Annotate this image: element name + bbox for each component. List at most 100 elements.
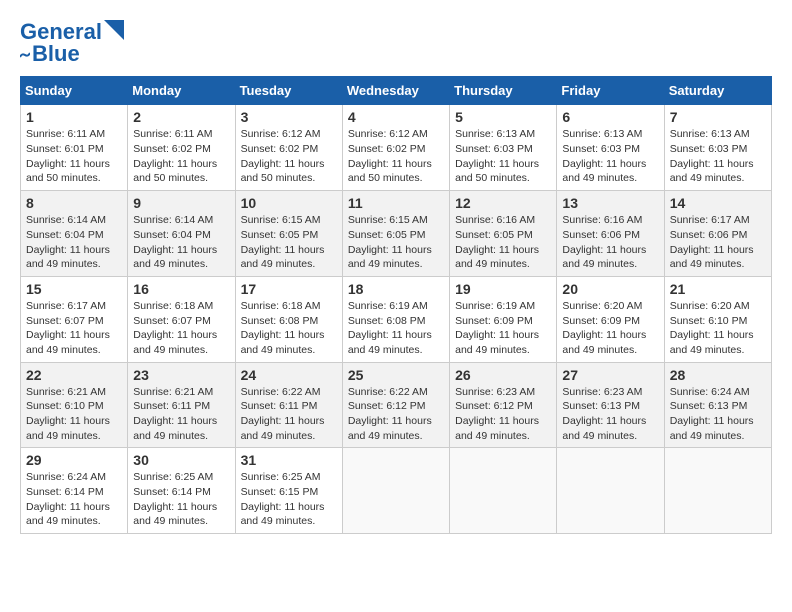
calendar-cell: 1 Sunrise: 6:11 AM Sunset: 6:01 PM Daylig… [21,105,128,191]
page-header: General Blue [20,20,772,66]
calendar-cell: 24 Sunrise: 6:22 AM Sunset: 6:11 PM Dayli… [235,362,342,448]
day-number: 6 [562,109,658,125]
logo-wave-icon [20,49,30,59]
calendar-week-row: 15 Sunrise: 6:17 AM Sunset: 6:07 PM Dayli… [21,276,772,362]
calendar-header-saturday: Saturday [664,77,771,105]
calendar-header-monday: Monday [128,77,235,105]
day-info: Sunrise: 6:18 AM Sunset: 6:08 PM Dayligh… [241,299,337,358]
day-number: 13 [562,195,658,211]
day-info: Sunrise: 6:13 AM Sunset: 6:03 PM Dayligh… [670,127,766,186]
day-info: Sunrise: 6:19 AM Sunset: 6:09 PM Dayligh… [455,299,551,358]
day-info: Sunrise: 6:16 AM Sunset: 6:05 PM Dayligh… [455,213,551,272]
calendar-header-tuesday: Tuesday [235,77,342,105]
day-number: 3 [241,109,337,125]
day-info: Sunrise: 6:12 AM Sunset: 6:02 PM Dayligh… [348,127,444,186]
logo: General Blue [20,20,124,66]
calendar-cell: 31 Sunrise: 6:25 AM Sunset: 6:15 PM Dayli… [235,448,342,534]
calendar-header-wednesday: Wednesday [342,77,449,105]
day-number: 5 [455,109,551,125]
calendar-week-row: 22Sunrise: 6:21 AM Sunset: 6:10 PM Dayli… [21,362,772,448]
calendar-cell: 21 Sunrise: 6:20 AM Sunset: 6:10 PM Dayli… [664,276,771,362]
day-info: Sunrise: 6:17 AM Sunset: 6:07 PM Dayligh… [26,299,122,358]
calendar-cell: 2Sunrise: 6:11 AM Sunset: 6:02 PM Daylig… [128,105,235,191]
day-number: 28 [670,367,766,383]
calendar-cell: 16Sunrise: 6:18 AM Sunset: 6:07 PM Dayli… [128,276,235,362]
day-info: Sunrise: 6:22 AM Sunset: 6:11 PM Dayligh… [241,385,337,444]
day-number: 14 [670,195,766,211]
day-number: 9 [133,195,229,211]
day-info: Sunrise: 6:15 AM Sunset: 6:05 PM Dayligh… [241,213,337,272]
day-info: Sunrise: 6:25 AM Sunset: 6:14 PM Dayligh… [133,470,229,529]
day-info: Sunrise: 6:13 AM Sunset: 6:03 PM Dayligh… [562,127,658,186]
day-number: 2 [133,109,229,125]
day-number: 10 [241,195,337,211]
day-info: Sunrise: 6:19 AM Sunset: 6:08 PM Dayligh… [348,299,444,358]
calendar-cell: 8Sunrise: 6:14 AM Sunset: 6:04 PM Daylig… [21,191,128,277]
calendar-cell: 7 Sunrise: 6:13 AM Sunset: 6:03 PM Daylig… [664,105,771,191]
day-info: Sunrise: 6:13 AM Sunset: 6:03 PM Dayligh… [455,127,551,186]
calendar-cell: 3 Sunrise: 6:12 AM Sunset: 6:02 PM Daylig… [235,105,342,191]
day-number: 12 [455,195,551,211]
day-number: 26 [455,367,551,383]
calendar-header-friday: Friday [557,77,664,105]
day-info: Sunrise: 6:21 AM Sunset: 6:10 PM Dayligh… [26,385,122,444]
calendar-cell: 4 Sunrise: 6:12 AM Sunset: 6:02 PM Daylig… [342,105,449,191]
calendar-cell: 27Sunrise: 6:23 AM Sunset: 6:13 PM Dayli… [557,362,664,448]
calendar-header-row: SundayMondayTuesdayWednesdayThursdayFrid… [21,77,772,105]
day-info: Sunrise: 6:16 AM Sunset: 6:06 PM Dayligh… [562,213,658,272]
logo-text-blue: Blue [32,42,80,66]
day-info: Sunrise: 6:11 AM Sunset: 6:01 PM Dayligh… [26,127,122,186]
day-info: Sunrise: 6:12 AM Sunset: 6:02 PM Dayligh… [241,127,337,186]
day-number: 24 [241,367,337,383]
logo-arrow-icon [104,20,124,40]
calendar-cell: 9 Sunrise: 6:14 AM Sunset: 6:04 PM Daylig… [128,191,235,277]
day-number: 31 [241,452,337,468]
calendar-cell [664,448,771,534]
day-number: 30 [133,452,229,468]
calendar-table: SundayMondayTuesdayWednesdayThursdayFrid… [20,76,772,534]
calendar-cell: 26 Sunrise: 6:23 AM Sunset: 6:12 PM Dayli… [450,362,557,448]
calendar-cell: 14 Sunrise: 6:17 AM Sunset: 6:06 PM Dayli… [664,191,771,277]
day-info: Sunrise: 6:24 AM Sunset: 6:13 PM Dayligh… [670,385,766,444]
day-number: 4 [348,109,444,125]
day-number: 27 [562,367,658,383]
day-number: 17 [241,281,337,297]
day-number: 29 [26,452,122,468]
day-info: Sunrise: 6:24 AM Sunset: 6:14 PM Dayligh… [26,470,122,529]
day-info: Sunrise: 6:22 AM Sunset: 6:12 PM Dayligh… [348,385,444,444]
calendar-cell: 20Sunrise: 6:20 AM Sunset: 6:09 PM Dayli… [557,276,664,362]
calendar-cell: 30 Sunrise: 6:25 AM Sunset: 6:14 PM Dayli… [128,448,235,534]
day-number: 25 [348,367,444,383]
calendar-cell [557,448,664,534]
day-info: Sunrise: 6:20 AM Sunset: 6:10 PM Dayligh… [670,299,766,358]
day-info: Sunrise: 6:14 AM Sunset: 6:04 PM Dayligh… [133,213,229,272]
calendar-header-thursday: Thursday [450,77,557,105]
day-info: Sunrise: 6:23 AM Sunset: 6:12 PM Dayligh… [455,385,551,444]
day-number: 7 [670,109,766,125]
day-number: 1 [26,109,122,125]
calendar-header-sunday: Sunday [21,77,128,105]
calendar-cell: 10 Sunrise: 6:15 AM Sunset: 6:05 PM Dayli… [235,191,342,277]
calendar-week-row: 29 Sunrise: 6:24 AM Sunset: 6:14 PM Dayli… [21,448,772,534]
day-info: Sunrise: 6:17 AM Sunset: 6:06 PM Dayligh… [670,213,766,272]
day-number: 15 [26,281,122,297]
day-number: 21 [670,281,766,297]
calendar-cell: 25 Sunrise: 6:22 AM Sunset: 6:12 PM Dayli… [342,362,449,448]
day-info: Sunrise: 6:21 AM Sunset: 6:11 PM Dayligh… [133,385,229,444]
day-number: 23 [133,367,229,383]
calendar-cell: 12 Sunrise: 6:16 AM Sunset: 6:05 PM Dayli… [450,191,557,277]
calendar-cell: 11 Sunrise: 6:15 AM Sunset: 6:05 PM Dayli… [342,191,449,277]
calendar-cell: 15 Sunrise: 6:17 AM Sunset: 6:07 PM Dayli… [21,276,128,362]
calendar-cell [450,448,557,534]
day-number: 19 [455,281,551,297]
day-number: 11 [348,195,444,211]
day-info: Sunrise: 6:25 AM Sunset: 6:15 PM Dayligh… [241,470,337,529]
day-info: Sunrise: 6:14 AM Sunset: 6:04 PM Dayligh… [26,213,122,272]
calendar-cell [342,448,449,534]
calendar-cell: 13 Sunrise: 6:16 AM Sunset: 6:06 PM Dayli… [557,191,664,277]
calendar-cell: 19 Sunrise: 6:19 AM Sunset: 6:09 PM Dayli… [450,276,557,362]
day-number: 20 [562,281,658,297]
day-number: 18 [348,281,444,297]
day-info: Sunrise: 6:15 AM Sunset: 6:05 PM Dayligh… [348,213,444,272]
calendar-week-row: 1 Sunrise: 6:11 AM Sunset: 6:01 PM Daylig… [21,105,772,191]
